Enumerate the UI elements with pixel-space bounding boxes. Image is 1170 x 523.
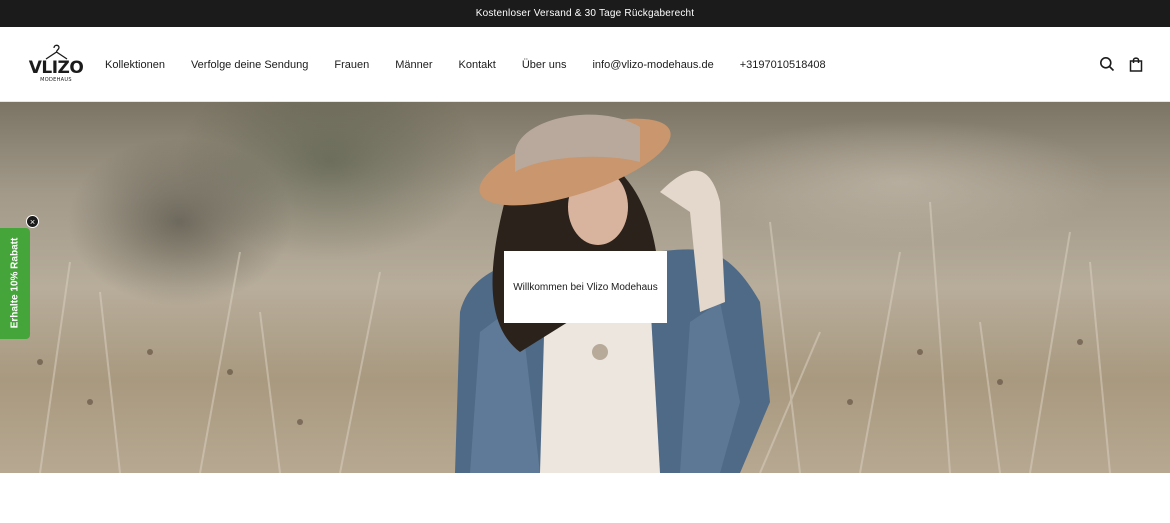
nav-maenner[interactable]: Männer bbox=[395, 58, 432, 72]
nav-kontakt[interactable]: Kontakt bbox=[459, 58, 496, 72]
logo-subtitle: MODEHAUS bbox=[40, 77, 72, 83]
nav-email[interactable]: info@vlizo-modehaus.de bbox=[592, 58, 713, 72]
discount-label: Erhalte 10% Rabatt bbox=[9, 237, 21, 329]
welcome-message: Willkommen bei Vlizo Modehaus bbox=[504, 251, 667, 323]
site-header: VLIZO MODEHAUS Kollektionen Verfolge dei… bbox=[0, 27, 1170, 102]
logo[interactable]: VLIZO MODEHAUS bbox=[28, 42, 84, 86]
search-icon[interactable] bbox=[1099, 56, 1115, 72]
discount-tab[interactable]: Erhalte 10% Rabatt bbox=[0, 228, 30, 339]
main-nav: Kollektionen Verfolge deine Sendung Frau… bbox=[105, 58, 852, 72]
header-icons bbox=[1099, 56, 1144, 72]
nav-phone[interactable]: +3197010518408 bbox=[740, 58, 826, 72]
logo-wordmark: VLIZO bbox=[28, 58, 84, 78]
nav-track-order[interactable]: Verfolge deine Sendung bbox=[191, 58, 308, 72]
welcome-text: Willkommen bei Vlizo Modehaus bbox=[513, 281, 658, 293]
announcement-text: Kostenloser Versand & 30 Tage Rückgabere… bbox=[475, 8, 695, 19]
hero-banner[interactable]: Willkommen bei Vlizo Modehaus bbox=[0, 102, 1170, 473]
nav-kollektionen[interactable]: Kollektionen bbox=[105, 58, 165, 72]
shopping-bag-icon[interactable] bbox=[1128, 56, 1144, 72]
nav-frauen[interactable]: Frauen bbox=[334, 58, 369, 72]
close-icon[interactable]: × bbox=[26, 215, 39, 228]
nav-ueber-uns[interactable]: Über uns bbox=[522, 58, 567, 72]
announcement-bar: Kostenloser Versand & 30 Tage Rückgabere… bbox=[0, 0, 1170, 27]
